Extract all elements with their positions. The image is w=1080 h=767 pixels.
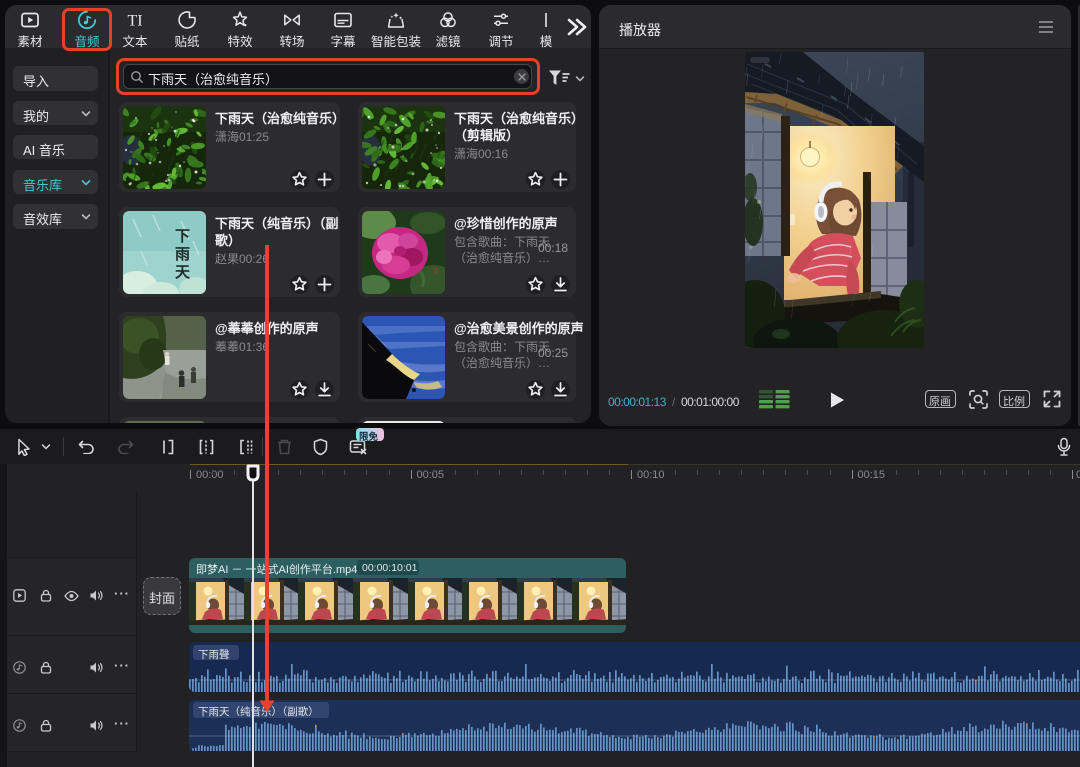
svg-text:xx: xx (432, 267, 439, 275)
svg-text:天: 天 (175, 264, 191, 281)
svg-text:雨: 雨 (175, 246, 190, 263)
svg-text:TI: TI (127, 13, 142, 30)
svg-text:下: 下 (175, 228, 190, 245)
